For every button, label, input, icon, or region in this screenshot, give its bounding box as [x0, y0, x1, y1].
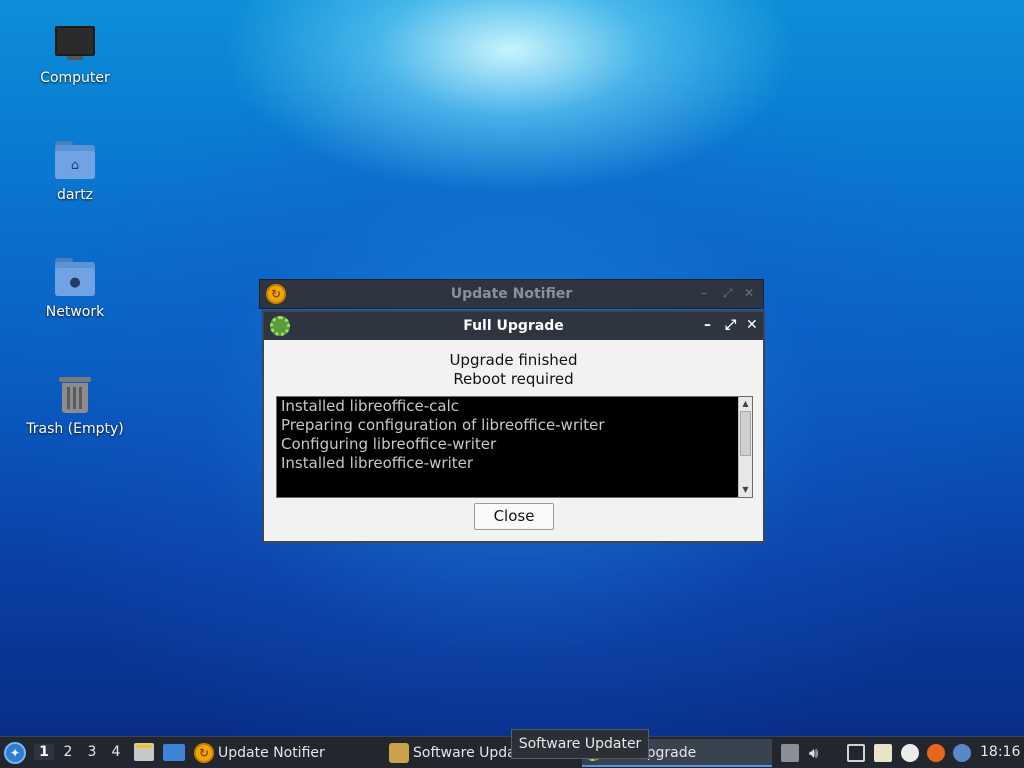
close-window-button[interactable]: ✕ — [746, 317, 758, 333]
upgrade-log[interactable]: Installed libreoffice-calc Preparing con… — [276, 396, 753, 498]
update-status-icon[interactable] — [901, 744, 919, 762]
scroll-up-arrow-icon[interactable]: ▲ — [739, 397, 752, 411]
dialog-title: Full Upgrade — [463, 318, 564, 334]
trash-icon — [53, 373, 97, 417]
maximize-button[interactable]: ⤢ — [723, 286, 733, 301]
volume-icon[interactable]: 🔊︎ — [809, 744, 827, 762]
desktop-icon-home[interactable]: ⌂ dartz — [20, 139, 130, 203]
minimize-button[interactable]: – — [704, 317, 711, 333]
status-reboot: Reboot required — [453, 370, 574, 388]
clock[interactable]: 18:16 — [980, 744, 1020, 760]
desktop-icon-label: Computer — [40, 70, 110, 86]
update-notifier-window[interactable]: ↻ Update Notifier – ⤢ ✕ — [259, 279, 764, 309]
desktop-icon-network[interactable]: ● Network — [20, 256, 130, 320]
workspace-1[interactable]: 1 — [34, 744, 54, 760]
update-notifier-icon: ↻ — [194, 743, 214, 763]
home-folder-icon: ⌂ — [53, 139, 97, 183]
close-window-button[interactable]: ✕ — [744, 286, 754, 300]
log-line: Installed libreoffice-writer — [281, 454, 474, 472]
log-line: Installed libreoffice-calc — [281, 397, 460, 415]
task-update-notifier[interactable]: ↻ Update Notifier — [192, 739, 382, 767]
maximize-button[interactable]: ⤢ — [725, 317, 736, 333]
show-desktop-icon[interactable] — [163, 744, 185, 761]
network-folder-icon: ● — [53, 256, 97, 300]
clipboard-icon[interactable] — [874, 744, 892, 762]
network-icon[interactable] — [847, 744, 865, 762]
close-button[interactable]: Close — [474, 503, 554, 530]
computer-icon — [53, 22, 97, 66]
log-line: Preparing configuration of libreoffice-w… — [281, 416, 605, 434]
desktop-icon-computer[interactable]: Computer — [20, 22, 130, 86]
tray-toggle-icon[interactable] — [781, 744, 799, 762]
software-updater-icon — [389, 743, 409, 763]
file-manager-icon[interactable] — [134, 743, 154, 761]
tooltip: Software Updater — [511, 729, 649, 759]
start-menu-icon[interactable]: ✦ — [4, 742, 26, 764]
workspace-4[interactable]: 4 — [106, 744, 126, 760]
log-line: Configuring libreoffice-writer — [281, 435, 497, 453]
desktop-icon-label: dartz — [56, 187, 94, 203]
scroll-thumb[interactable] — [740, 411, 751, 456]
desktop-icon-label: Trash (Empty) — [26, 421, 124, 437]
desktop-icon-trash[interactable]: Trash (Empty) — [20, 373, 130, 437]
notification-icon[interactable] — [953, 744, 971, 762]
status-finished: Upgrade finished — [449, 351, 578, 369]
desktop-icon-label: Network — [45, 304, 105, 320]
scroll-down-arrow-icon[interactable]: ▼ — [739, 483, 752, 497]
task-label: Update Notifier — [218, 745, 325, 761]
dialog-titlebar[interactable]: Full Upgrade – ⤢ ✕ — [264, 312, 763, 340]
software-update-icon[interactable] — [927, 744, 945, 762]
window-title: Update Notifier — [450, 286, 573, 302]
log-scrollbar[interactable]: ▲ ▼ — [738, 397, 752, 497]
workspace-2[interactable]: 2 — [58, 744, 78, 760]
minimize-button[interactable]: – — [701, 286, 707, 300]
workspace-3[interactable]: 3 — [82, 744, 102, 760]
full-upgrade-dialog: Full Upgrade – ⤢ ✕ Upgrade finished Rebo… — [262, 310, 765, 543]
